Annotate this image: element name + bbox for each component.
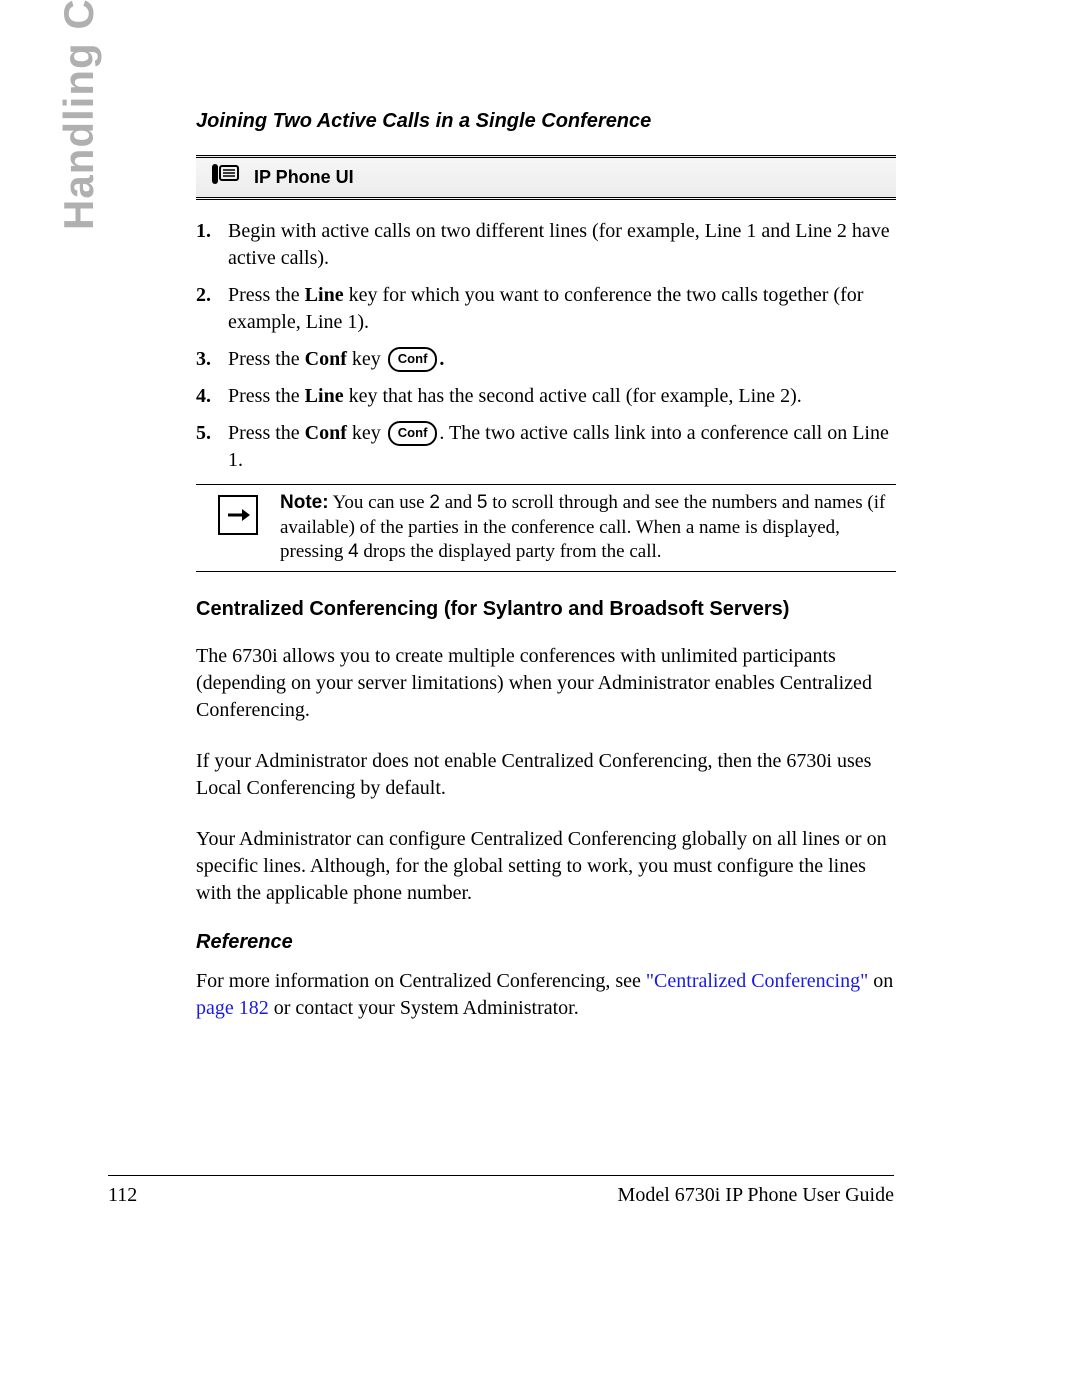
step-5-conf-key: Conf: [305, 422, 347, 444]
note-text: Note: You can use 2 and 5 to scroll thro…: [280, 491, 896, 565]
page-number: 112: [108, 1184, 137, 1207]
step-3-a: Press the: [228, 348, 305, 370]
step-3-period: .: [439, 348, 444, 370]
ref-b: on: [868, 970, 893, 992]
note-label: Note:: [280, 492, 329, 513]
step-3: Press the Conf key Conf.: [196, 346, 896, 373]
doc-title: Model 6730i IP Phone User Guide: [618, 1184, 894, 1207]
step-1: Begin with active calls on two different…: [196, 218, 896, 272]
note-box: Note: You can use 2 and 5 to scroll thro…: [196, 484, 896, 572]
step-4-a: Press the: [228, 385, 305, 407]
step-4: Press the Line key that has the second a…: [196, 383, 896, 410]
reference-heading: Reference: [196, 931, 896, 954]
step-1-text: Begin with active calls on two different…: [228, 220, 890, 269]
step-4-line-key: Line: [305, 385, 344, 407]
steps-list: Begin with active calls on two different…: [196, 218, 896, 474]
note-b: and: [440, 492, 477, 513]
central-p1: The 6730i allows you to create multiple …: [196, 643, 896, 724]
ref-link-page[interactable]: page 182: [196, 997, 269, 1019]
step-2-a: Press the: [228, 284, 305, 306]
step-2-line-key: Line: [305, 284, 344, 306]
phone-icon: [210, 164, 240, 191]
step-3-c: key: [347, 348, 386, 370]
chapter-sidebar-label: Handling Calls: [55, 0, 103, 230]
section-title: Joining Two Active Calls in a Single Con…: [196, 110, 896, 133]
note-a: You can use: [329, 492, 430, 513]
ref-c: or contact your System Administrator.: [269, 997, 579, 1019]
ip-phone-ui-bar: IP Phone UI: [196, 155, 896, 200]
step-4-c: key that has the second active call (for…: [344, 385, 802, 407]
ref-a: For more information on Centralized Conf…: [196, 970, 646, 992]
step-5-c: key: [347, 422, 386, 444]
ip-phone-ui-label: IP Phone UI: [254, 167, 354, 188]
step-2: Press the Line key for which you want to…: [196, 282, 896, 336]
note-arrow-icon: [218, 495, 258, 535]
step-3-conf-key: Conf: [305, 348, 347, 370]
conf-key-icon: Conf: [388, 347, 438, 372]
conf-key-icon: Conf: [388, 421, 438, 446]
step-5-a: Press the: [228, 422, 305, 444]
centralized-heading: Centralized Conferencing (for Sylantro a…: [196, 598, 896, 621]
central-p2: If your Administrator does not enable Ce…: [196, 748, 896, 802]
footer-row: 112 Model 6730i IP Phone User Guide: [108, 1184, 894, 1207]
note-key-5: 5: [477, 492, 488, 513]
step-5: Press the Conf key Conf. The two active …: [196, 420, 896, 474]
reference-paragraph: For more information on Centralized Conf…: [196, 968, 896, 1022]
ref-link-centralized[interactable]: "Centralized Conferencing": [646, 970, 868, 992]
note-key-4: 4: [348, 541, 359, 562]
document-page: Handling Calls Joining Two Active Calls …: [0, 0, 1080, 1397]
chapter-label-text: Handling Calls: [55, 0, 102, 230]
main-content: Joining Two Active Calls in a Single Con…: [196, 110, 896, 1046]
central-p3: Your Administrator can configure Central…: [196, 826, 896, 907]
note-key-2: 2: [429, 492, 440, 513]
note-d: drops the displayed party from the call.: [359, 541, 662, 562]
footer-rule: [108, 1175, 894, 1176]
page-footer: 112 Model 6730i IP Phone User Guide: [108, 1175, 894, 1207]
